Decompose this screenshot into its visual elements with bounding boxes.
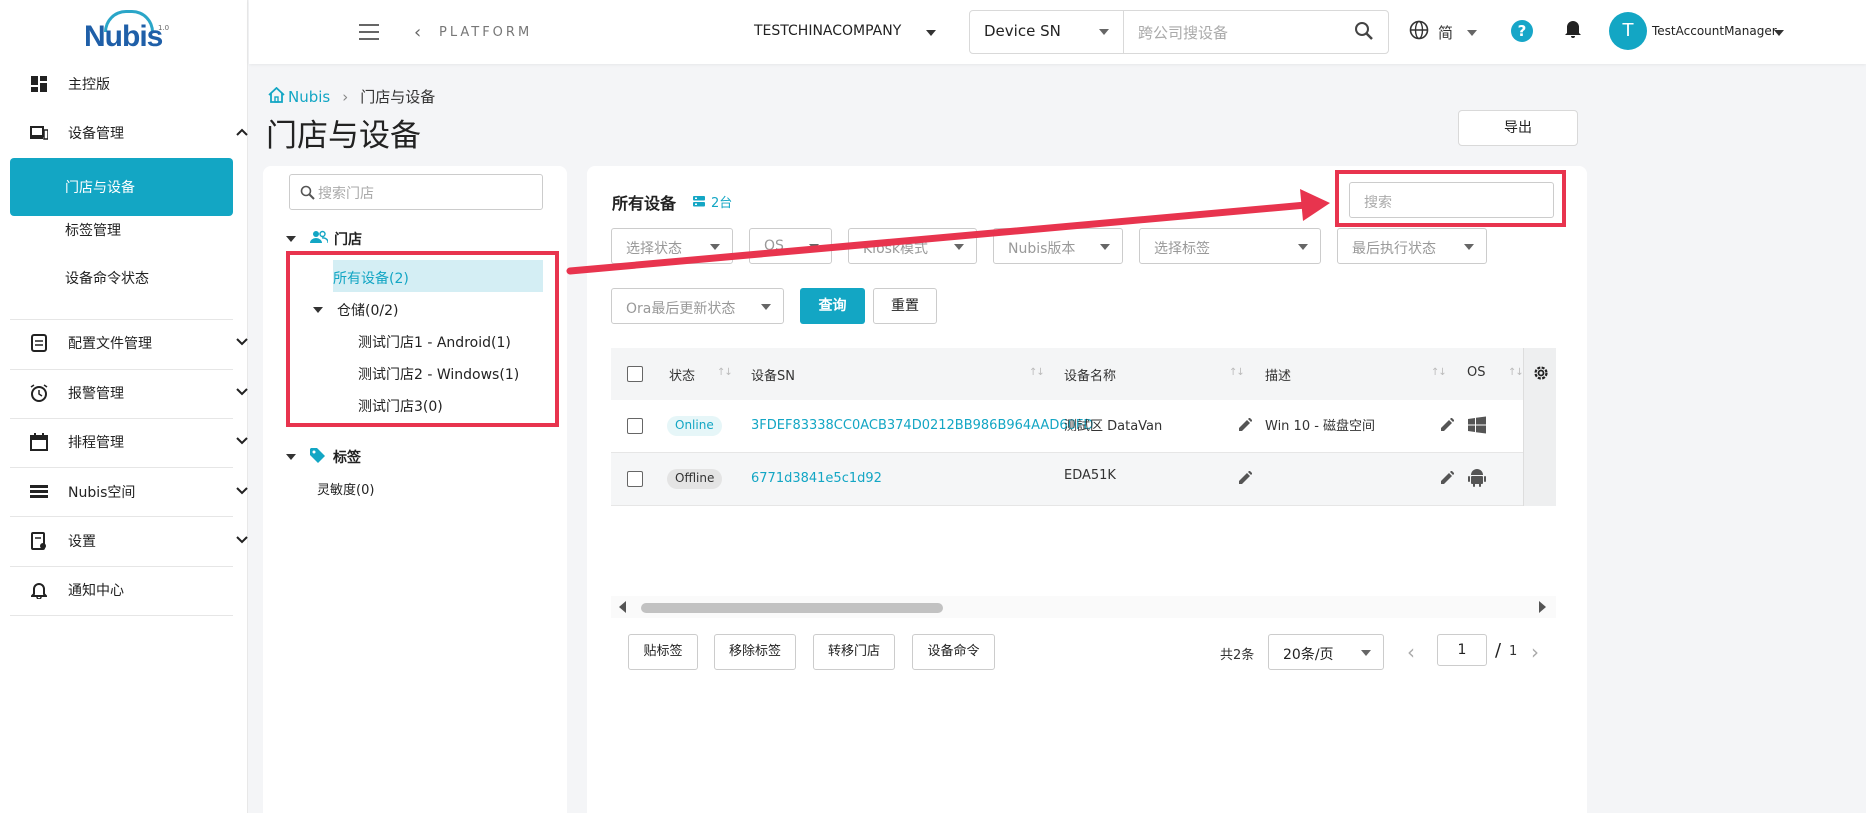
annotation-arrow bbox=[566, 189, 1330, 275]
